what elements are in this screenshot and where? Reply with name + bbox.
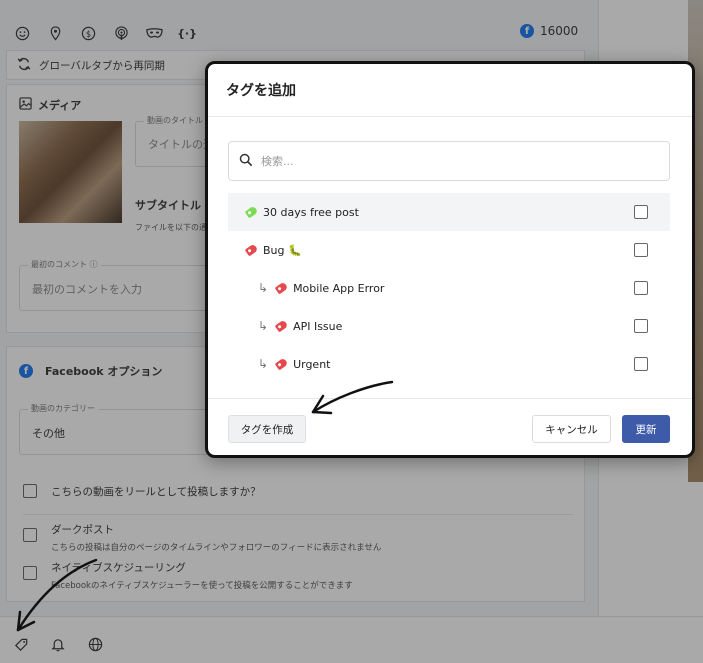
update-button[interactable]: 更新 xyxy=(622,415,670,443)
search-icon xyxy=(239,153,253,170)
tag-list: 30 days free post Bug 🐛 ↳ Mobile App Err… xyxy=(228,193,670,383)
dialog-footer: タグを作成 キャンセル 更新 xyxy=(208,398,692,458)
tag-row[interactable]: ↳ Mobile App Error xyxy=(228,269,670,307)
tag-search-box[interactable] xyxy=(228,141,670,181)
create-tag-button[interactable]: タグを作成 xyxy=(228,415,306,443)
tag-color-icon xyxy=(274,281,289,295)
tag-checkbox[interactable] xyxy=(634,243,648,257)
tag-row[interactable]: 30 days free post xyxy=(228,193,670,231)
tag-color-icon xyxy=(274,319,289,333)
dialog-title: タグを追加 xyxy=(208,64,692,117)
tag-row[interactable]: ↳ API Issue xyxy=(228,307,670,345)
tag-checkbox[interactable] xyxy=(634,281,648,295)
child-branch-icon: ↳ xyxy=(258,281,269,295)
tag-checkbox[interactable] xyxy=(634,205,648,219)
tag-checkbox[interactable] xyxy=(634,357,648,371)
cancel-button[interactable]: キャンセル xyxy=(532,415,611,443)
child-branch-icon: ↳ xyxy=(258,319,269,333)
add-tag-dialog: タグを追加 30 days free post Bug 🐛 ↳ M xyxy=(205,61,695,458)
tag-checkbox[interactable] xyxy=(634,319,648,333)
tag-color-icon xyxy=(244,205,259,219)
tag-color-icon xyxy=(244,243,259,257)
child-branch-icon: ↳ xyxy=(258,357,269,371)
tag-row[interactable]: Bug 🐛 xyxy=(228,231,670,269)
search-input[interactable] xyxy=(261,154,641,168)
tag-row[interactable]: ↳ Urgent xyxy=(228,345,670,383)
tag-color-icon xyxy=(274,357,289,371)
